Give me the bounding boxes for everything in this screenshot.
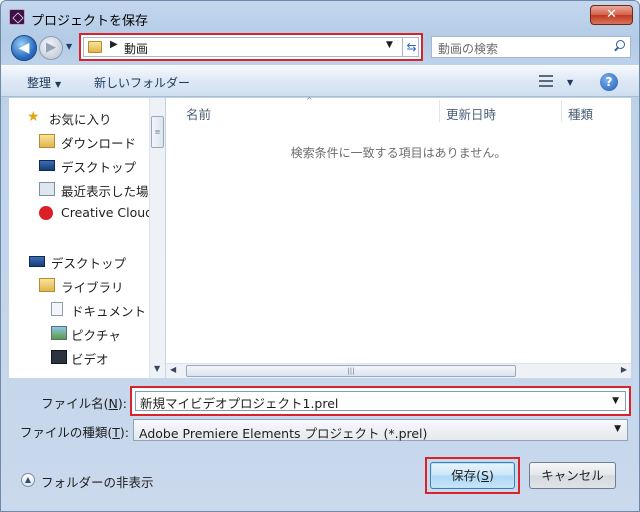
collapse-up-icon: ▲	[21, 473, 35, 487]
documents-icon	[51, 302, 63, 316]
filename-label: ファイル名(N):	[41, 396, 127, 411]
sidebar-item-libraries[interactable]: ライブラリ	[39, 276, 157, 296]
cancel-button[interactable]: キャンセル	[529, 462, 616, 489]
search-input[interactable]: 動画の検索	[431, 36, 631, 58]
chevron-down-icon[interactable]: ▼	[612, 396, 619, 406]
desktop-icon	[39, 160, 55, 171]
chevron-down-icon[interactable]: ▼	[614, 424, 621, 434]
empty-folder-message: 検索条件に一致する項目はありません。	[290, 146, 507, 160]
column-divider[interactable]	[439, 100, 440, 122]
file-list-horizontal-scrollbar[interactable]: ◀ ||| ▶	[166, 363, 631, 378]
new-folder-button[interactable]: 新しいフォルダー	[94, 74, 190, 91]
breadcrumb-separator-icon[interactable]: ▶	[110, 39, 118, 50]
sidebar-item-favorites[interactable]: ★ お気に入り	[27, 108, 157, 128]
folder-icon	[88, 41, 102, 53]
videos-icon	[51, 350, 67, 364]
scrollbar-thumb[interactable]: |||	[186, 365, 516, 377]
scroll-left-icon[interactable]: ◀	[170, 365, 176, 374]
file-list-pane[interactable]: ^ 名前 更新日時 種類 検索条件に一致する項目はありません。	[166, 96, 631, 378]
command-toolbar: 整理 ▼ 新しいフォルダー ▼ ?	[1, 65, 639, 97]
column-header-name[interactable]: 名前	[186, 104, 211, 123]
back-button[interactable]: ◀	[11, 35, 37, 61]
filetype-label: ファイルの種類(T):	[19, 425, 129, 440]
view-options-icon[interactable]	[539, 75, 553, 87]
pictures-icon	[51, 326, 67, 340]
premiere-elements-app-icon	[9, 9, 25, 25]
scroll-right-icon[interactable]: ▶	[621, 365, 627, 374]
close-button[interactable]: ✕	[590, 5, 633, 25]
help-icon[interactable]: ?	[600, 73, 618, 91]
navigation-pane: ★ お気に入り ダウンロード デスクトップ 最近表示した場所 Creative …	[9, 98, 163, 378]
desktop-icon	[29, 256, 45, 267]
history-dropdown-icon[interactable]: ▼	[66, 42, 76, 54]
creative-cloud-icon	[39, 206, 53, 220]
sidebar-item-creative-cloud[interactable]: Creative Cloud	[39, 204, 157, 224]
download-folder-icon	[39, 134, 55, 148]
star-icon: ★	[27, 109, 40, 125]
filename-input[interactable]: 新規マイビデオプロジェクト1.prel ▼	[135, 391, 626, 411]
address-dropdown-icon[interactable]: ▼	[386, 40, 393, 50]
search-placeholder: 動画の検索	[438, 42, 499, 56]
sidebar-item-downloads[interactable]: ダウンロード	[39, 132, 157, 152]
chevron-down-icon: ▼	[55, 80, 62, 89]
navigation-bar: ◀ ▶ ▼ ▶ 動画 ▼ ⇆ 動画の検索	[9, 31, 631, 63]
sidebar-item-videos[interactable]: ビデオ	[51, 348, 157, 368]
column-divider[interactable]	[561, 100, 562, 122]
address-bar[interactable]: ▶ 動画 ▼ ⇆	[83, 37, 419, 57]
library-icon	[39, 278, 55, 292]
scrollbar-thumb[interactable]: ≡	[151, 116, 164, 148]
scroll-down-icon[interactable]: ▼	[154, 364, 160, 373]
recent-places-icon	[39, 182, 55, 196]
forward-button[interactable]: ▶	[39, 36, 63, 60]
sidebar-item-recent-places[interactable]: 最近表示した場所	[39, 180, 157, 200]
refresh-button[interactable]: ⇆	[402, 38, 420, 56]
filetype-select[interactable]: Adobe Premiere Elements プロジェクト (*.prel) …	[133, 419, 628, 441]
navigation-pane-scrollbar[interactable]: ≡ ▼	[149, 98, 165, 378]
save-button[interactable]: 保存(S)	[430, 462, 515, 489]
sort-indicator-icon: ^	[306, 96, 313, 105]
hide-folders-toggle[interactable]: ▲ フォルダーの非表示	[21, 472, 154, 491]
column-header-type[interactable]: 種類	[568, 104, 593, 123]
address-bar-highlight: ▶ 動画 ▼ ⇆	[79, 33, 423, 61]
view-dropdown-icon[interactable]: ▼	[563, 74, 573, 88]
breadcrumb-current-folder[interactable]: 動画	[124, 40, 148, 57]
organize-menu-button[interactable]: 整理 ▼	[27, 74, 61, 91]
column-header-date-modified[interactable]: 更新日時	[446, 104, 496, 123]
filename-value: 新規マイビデオプロジェクト1.prel	[140, 396, 339, 411]
save-button-highlight: 保存(S)	[425, 457, 520, 494]
sidebar-item-desktop-root[interactable]: デスクトップ	[29, 252, 157, 272]
organize-label: 整理	[27, 76, 52, 90]
title-bar: プロジェクトを保存 ✕	[1, 1, 639, 33]
filename-field-highlight: 新規マイビデオプロジェクト1.prel ▼	[130, 386, 631, 416]
save-project-dialog: プロジェクトを保存 ✕ ◀ ▶ ▼ ▶ 動画 ▼ ⇆ 動画の検索 整理 ▼ 新しい…	[0, 0, 640, 512]
sidebar-item-documents[interactable]: ドキュメント	[51, 300, 157, 320]
window-title: プロジェクトを保存	[31, 14, 149, 29]
search-icon[interactable]	[612, 39, 626, 53]
filetype-value: Adobe Premiere Elements プロジェクト (*.prel)	[139, 426, 428, 441]
hide-folders-label: フォルダーの非表示	[41, 475, 154, 490]
sidebar-item-pictures[interactable]: ピクチャ	[51, 324, 157, 344]
sidebar-item-desktop[interactable]: デスクトップ	[39, 156, 157, 176]
